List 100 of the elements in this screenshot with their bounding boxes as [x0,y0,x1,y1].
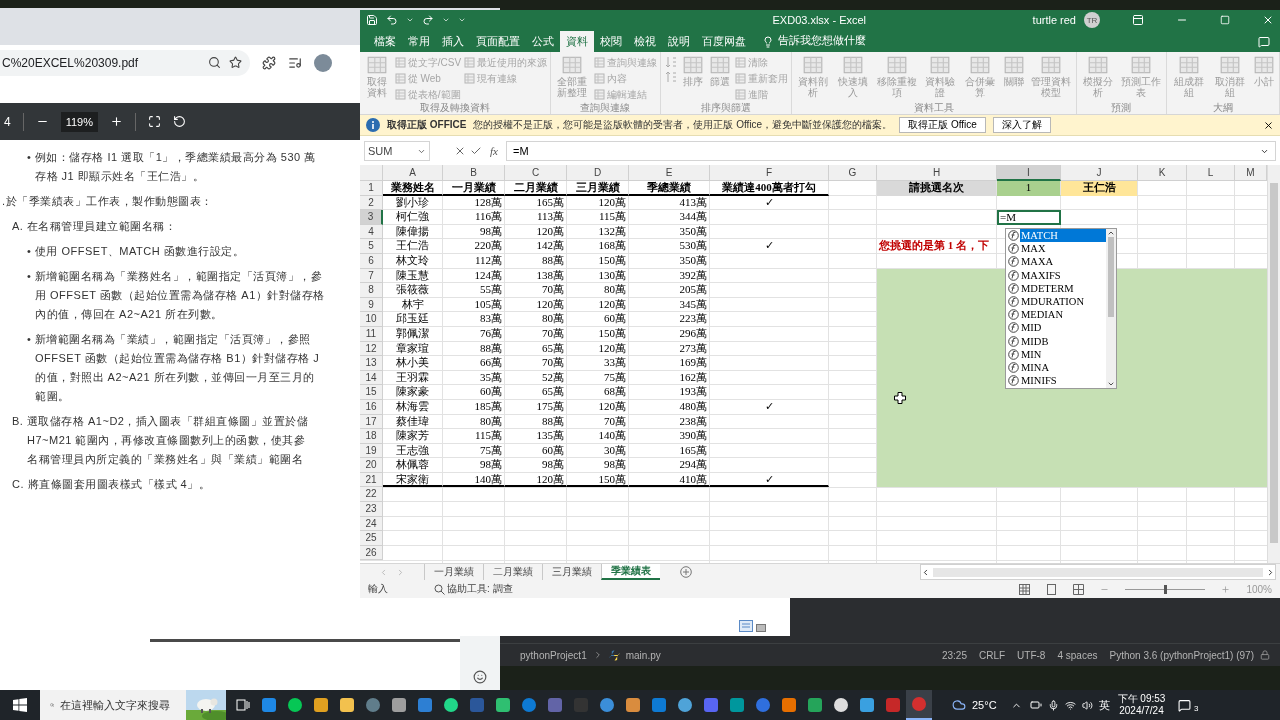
row-header[interactable]: 25 [360,531,383,546]
notification-button[interactable]: 3 [1173,694,1196,716]
table-cell: 宋家衛 [383,472,443,488]
table-cell-text: 120萬 [597,195,627,210]
notification-count: 3 [1193,704,1199,713]
breadcrumb-item[interactable]: pythonProject1 [520,649,587,661]
table-cell-text: 60萬 [603,312,627,327]
address-field[interactable]: C%20EXCEL%20309.pdf [0,49,250,76]
table-cell-text: 98萬 [541,458,565,473]
autocomplete-item[interactable]: MIDB [1006,334,1106,348]
sheet-tab[interactable]: 季業績表 [601,564,660,580]
insert-function-button[interactable]: fx [486,145,502,157]
search-field[interactable]: 在這裡輸入文字來搜尋 [60,699,180,711]
breadcrumb-item[interactable]: main.py [625,649,661,661]
table-cell-text: 413萬 [678,195,708,210]
ribbon-tab[interactable]: 插入 [436,31,470,52]
autocomplete-item[interactable]: MINIFS [1006,374,1106,388]
row-header[interactable]: 5 [360,239,383,254]
row-header[interactable]: 10 [360,312,383,327]
column-header[interactable]: A [383,165,443,181]
ribbon-tab[interactable]: 資料 [560,31,594,52]
check-mark: ✓ [763,239,775,254]
autocomplete-item[interactable]: MAXIFS [1006,268,1106,282]
status-item[interactable]: UTF-8 [1017,649,1046,661]
ribbon-tab[interactable]: 公式 [526,31,560,52]
column-header[interactable]: H [877,165,997,181]
document-text: • 使用 OFFSET、MATCH 函數進行設定。 [27,244,245,259]
temperature[interactable]: 25°C [972,699,997,711]
autocomplete-item[interactable]: MAXA [1006,255,1106,269]
ribbon-tab[interactable]: 常用 [402,31,436,52]
column-heading: 季總業績 [629,181,710,196]
column-header[interactable]: B [443,165,505,181]
input-method[interactable]: 英 [1098,697,1110,713]
ribbon-tab[interactable]: 校閱 [594,31,628,52]
column-header[interactable]: F [710,165,829,181]
rank-cell[interactable]: 1 [997,181,1061,196]
row-header[interactable]: 18 [360,429,383,444]
notice-button[interactable]: 深入了解 [992,117,1051,133]
row-header[interactable]: 22 [360,487,383,503]
status-item[interactable]: 4 spaces [1057,649,1098,661]
table-cell-text: 130萬 [597,268,627,283]
row-header[interactable]: 13 [360,356,383,371]
active-cell[interactable]: =M [997,210,1061,225]
ribbon-tab[interactable]: 檢視 [628,31,662,52]
column-header[interactable]: K [1138,165,1187,181]
column-heading: 業績達400萬者打勾 [710,181,829,196]
name-box[interactable]: SUM [364,141,430,161]
column-header[interactable]: J [1061,165,1138,181]
column-header[interactable]: M [1235,165,1267,181]
table-cell-text: 75萬 [603,370,627,385]
table-cell-text: 205萬 [678,283,708,298]
table-cell-text: 70萬 [541,356,565,371]
column-header[interactable]: L [1187,165,1235,181]
status-item[interactable]: CRLF [978,649,1006,661]
column-header[interactable]: C [505,165,567,181]
table-cell-text: 60萬 [479,385,503,400]
row-header[interactable]: 8 [360,283,383,298]
ribbon-tab[interactable]: 百度网盘 [696,31,752,52]
table-cell-text: 52萬 [541,370,565,385]
autocomplete-item[interactable]: MEDIAN [1006,308,1106,322]
column-header[interactable]: I [997,165,1061,181]
autocomplete-item[interactable]: MDURATION [1006,294,1106,309]
autocomplete-item[interactable]: MINA [1006,360,1106,375]
row-header[interactable]: 23 [360,502,383,517]
ribbon-tab[interactable]: 頁面配置 [470,31,526,52]
table-cell-text: 132萬 [597,224,627,239]
row-header[interactable]: 3 [360,210,383,225]
autocomplete-item[interactable]: MID [1006,321,1106,335]
autocomplete-item[interactable]: MDETERM [1006,281,1106,295]
table-cell-text: 115萬 [597,210,627,225]
ribbon-tab[interactable]: 檔案 [368,31,402,52]
zoom-field[interactable]: 119% [60,111,98,132]
table-cell-text: 120萬 [597,297,627,312]
clock[interactable]: 下午 09:53 2024/7/24 [1117,693,1166,717]
formula-field[interactable]: =M [505,141,1276,161]
group-label: 資料工具 [912,102,955,114]
table-cell-text: 223萬 [678,312,708,327]
status-item[interactable]: Python 3.6 (pythonProject1) (97) [1109,649,1254,661]
accessibility-status[interactable]: 協助工具: 調查 [447,582,513,596]
tell-me-field[interactable]: 告訴我您想做什麼 [778,33,866,48]
table-cell-text: 王羽霖 [395,370,430,385]
table-cell-text: 120萬 [535,224,565,239]
user-avatar[interactable]: TR [1084,12,1100,28]
autocomplete-item[interactable]: MAX [1006,242,1106,256]
column-header[interactable]: G [829,165,877,181]
document-text: C. 將直條圖套用圖表樣式「樣式 4」。 [12,477,211,492]
table-cell-text: 林佩蓉 [395,458,430,473]
row-header[interactable]: 15 [360,385,383,400]
table-cell-text: 350萬 [678,253,708,268]
notice-button[interactable]: 取得正版 Office [899,117,986,133]
row-header[interactable]: 20 [360,458,383,473]
column-header[interactable]: D [567,165,629,181]
autocomplete-item[interactable]: MIN [1006,347,1106,361]
table-cell-text: 35萬 [479,370,503,385]
table-cell: 140萬 [443,472,505,488]
search-box[interactable]: 在這裡輸入文字來搜尋 [40,690,226,720]
row-header[interactable]: 1 [360,181,383,196]
ribbon-tab[interactable]: 說明 [662,31,696,52]
status-item[interactable]: 23:25 [941,649,967,661]
column-header[interactable]: E [629,165,710,181]
